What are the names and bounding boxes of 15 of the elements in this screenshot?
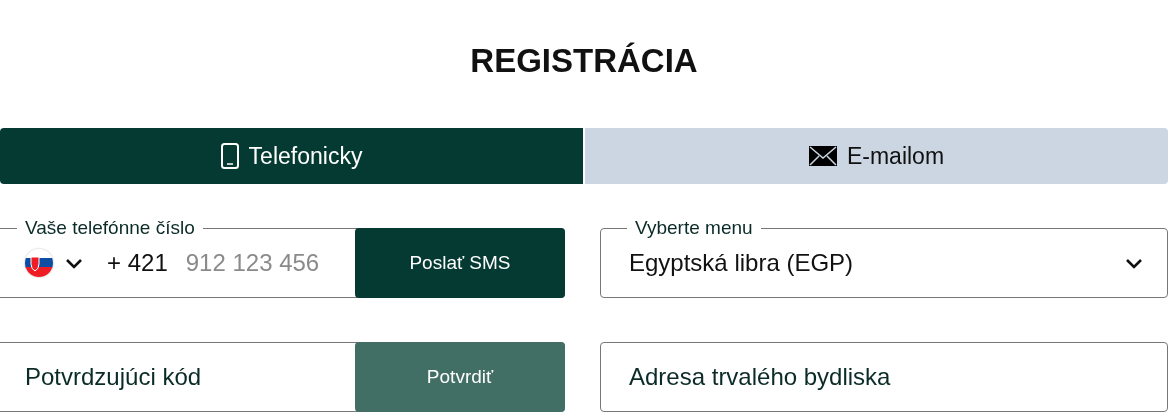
code-placeholder: Potvrdzujúci kód [25,363,202,391]
page-title: REGISTRÁCIA [469,41,699,81]
selected-value: Egyptská libra (EGP) [629,249,855,277]
flag-icon [25,249,53,277]
envelope-icon [808,146,837,166]
tab[interactable]: E-mailom [585,128,1168,184]
phone-icon [220,143,239,169]
phone-placeholder: 912 123 456 [185,249,320,277]
country-code: + 421 [107,249,168,277]
address-field[interactable]: Adresa trvalého bydliska [600,342,1168,412]
address-placeholder: Adresa trvalého bydliska [629,363,891,391]
tab[interactable]: Telefonicky [0,128,583,184]
chevron-down-icon [65,257,83,269]
send-sms-button[interactable]: Poslať SMS [355,228,565,298]
chevron-down-icon [1125,257,1143,269]
